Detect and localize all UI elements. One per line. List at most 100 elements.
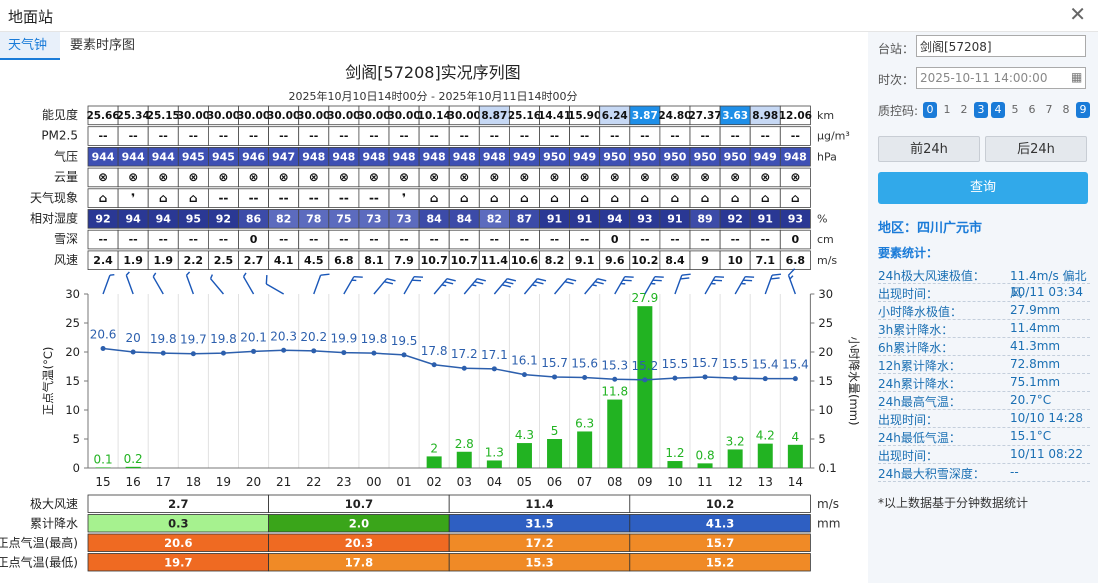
cell-value: ⊗	[760, 170, 770, 184]
close-icon[interactable]: ✕	[1069, 4, 1086, 24]
cell-value: ⌂	[159, 191, 168, 205]
stat-key: 3h累计降水：	[878, 323, 954, 337]
qc-code-4[interactable]: 4	[991, 102, 1005, 118]
temp-point-label: 15.5	[722, 357, 749, 371]
cell-value: 73	[396, 213, 411, 226]
row-label: 能见度	[42, 107, 78, 122]
cell-value: 91	[667, 213, 682, 226]
stat-row: 出现时间： 10/11 03:34	[878, 284, 1090, 302]
summary-value: 10.7	[345, 497, 373, 511]
temp-point-label: 20	[126, 331, 141, 345]
stat-row: 24h累计降水： 75.1mm	[878, 374, 1090, 392]
cell-value: ⌂	[550, 191, 559, 205]
qc-code-7[interactable]: 7	[1042, 102, 1056, 118]
wind-barb-feather	[414, 275, 424, 278]
summary-value: 15.2	[706, 556, 734, 570]
cell-value: 950	[724, 150, 747, 163]
tab-bar: 天气钟 要素时序图	[0, 32, 868, 60]
cell-value: --	[399, 233, 408, 246]
temp-point-label: 16.1	[511, 354, 538, 368]
cell-value: 92	[95, 213, 110, 226]
y-tick-label: 15	[65, 374, 80, 388]
cell-value: 2.2	[184, 254, 204, 267]
tab-weather-clock[interactable]: 天气钟	[0, 32, 60, 60]
cell-value: 87	[517, 213, 532, 226]
temp-point-label: 17.2	[451, 347, 478, 361]
y-tick-label: 5	[73, 432, 80, 446]
cell-value: --	[640, 130, 649, 143]
cell-value: 2.5	[214, 254, 234, 267]
wind-barb	[463, 277, 486, 295]
qc-code-3[interactable]: 3	[974, 102, 988, 118]
qc-code-8[interactable]: 8	[1059, 102, 1073, 118]
precip-bar	[697, 463, 713, 468]
temp-point	[130, 349, 136, 355]
cell-value: --	[339, 191, 349, 205]
cell-value: --	[189, 233, 198, 246]
cell-value: --	[731, 233, 740, 246]
temp-point-label: 15.7	[541, 356, 568, 370]
qc-code-2[interactable]: 2	[957, 102, 971, 118]
cell-value: 10.14	[418, 110, 451, 122]
calendar-icon[interactable]: ▦	[1071, 70, 1082, 84]
qc-code-1[interactable]: 1	[940, 102, 954, 118]
cell-value: ⊗	[459, 170, 469, 184]
station-input[interactable]	[916, 35, 1086, 57]
y2-tick-label: 0.1	[818, 461, 836, 475]
precip-bar	[547, 439, 563, 468]
x-tick-label: 03	[457, 475, 472, 489]
cell-value: --	[279, 191, 289, 205]
summary-value: 31.5	[525, 517, 553, 531]
x-tick-label: 08	[607, 475, 622, 489]
cell-value: --	[761, 130, 770, 143]
wind-barb-staff	[554, 278, 568, 295]
qc-code-9[interactable]: 9	[1076, 102, 1090, 118]
summary-value: 17.2	[525, 536, 553, 550]
wind-barb-staff	[463, 278, 478, 295]
precip-bar	[577, 431, 593, 468]
tab-element-series[interactable]: 要素时序图	[62, 32, 143, 60]
temp-point	[311, 348, 317, 354]
cell-value: 945	[182, 150, 205, 163]
stat-key: 24h最高气温：	[878, 395, 961, 409]
cell-value: --	[700, 130, 709, 143]
row-label: 相对湿度	[30, 211, 78, 226]
cell-value: 2.7	[244, 254, 264, 267]
cell-value: --	[550, 130, 559, 143]
row-label: 风速	[54, 253, 78, 267]
wind-barb-half	[109, 273, 115, 276]
prev-24h-button[interactable]: 前24h	[878, 136, 980, 162]
qc-code-0[interactable]: 0	[923, 102, 937, 118]
wind-barb	[674, 273, 691, 295]
stat-key: 6h累计降水：	[878, 341, 954, 355]
x-tick-label: 17	[156, 475, 171, 489]
time-input[interactable]	[916, 67, 1086, 89]
precip-bar	[667, 461, 683, 468]
stat-row: 出现时间： 10/11 08:22	[878, 446, 1090, 464]
cell-value: 944	[152, 150, 175, 163]
temp-point	[762, 376, 768, 382]
temp-point-label: 19.7	[180, 333, 207, 347]
cell-value: 25.34	[117, 110, 150, 122]
sidebar: 台站： 时次： ▦ 质控码: 0123456789 前24h 后24h 查询 地…	[868, 32, 1098, 583]
title-bar: 地面站 ✕	[0, 0, 1098, 32]
cell-value: 25.15	[147, 110, 180, 122]
query-button[interactable]: 查询	[878, 172, 1088, 204]
cell-value: 1.9	[154, 254, 174, 267]
cell-value: --	[98, 233, 107, 246]
wind-barb-staff	[210, 278, 224, 295]
temp-point-label: 19.8	[210, 332, 237, 346]
wind-barb	[373, 277, 396, 295]
cell-value: 25.66	[86, 110, 119, 122]
wind-barb	[242, 272, 255, 295]
qc-code-6[interactable]: 6	[1025, 102, 1039, 118]
cell-value: ⊗	[790, 170, 800, 184]
stats-note: *以上数据基于分钟数据统计	[878, 496, 1029, 510]
wind-barb-feather	[320, 273, 330, 276]
next-24h-button[interactable]: 后24h	[985, 136, 1087, 162]
wind-barb	[403, 275, 424, 295]
cell-value: --	[219, 130, 228, 143]
cell-value: ⊗	[519, 170, 529, 184]
region-text: 地区：四川广元市	[878, 221, 983, 236]
qc-code-5[interactable]: 5	[1008, 102, 1022, 118]
